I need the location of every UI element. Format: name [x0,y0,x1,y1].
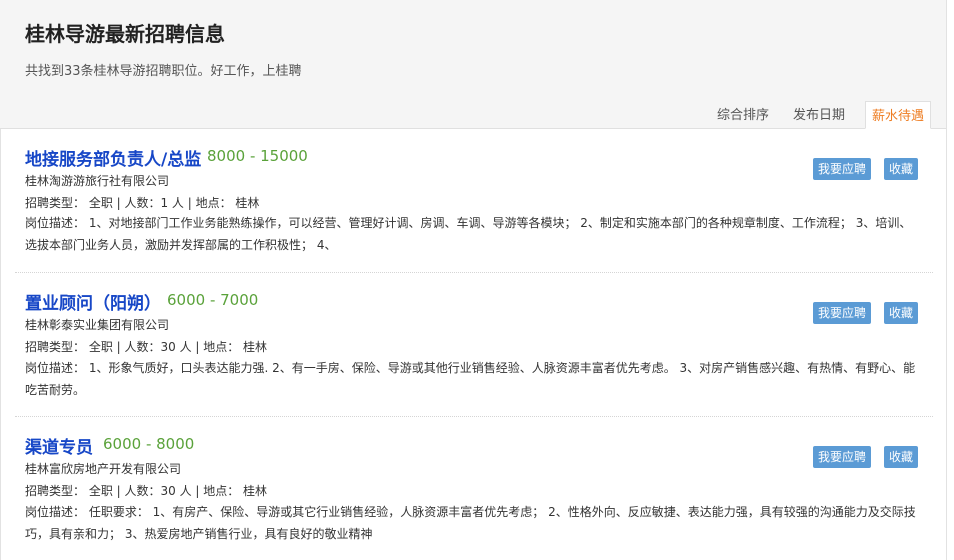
company-name: 桂林彰泰实业集团有限公司 [25,318,170,332]
apply-button[interactable]: 我要应聘 [813,302,871,324]
page-subtitle: 共找到33条桂林导游招聘职位。好工作，上桂聘 [25,64,302,79]
job-title-link[interactable]: 渠道专员 [25,433,93,458]
job-salary: 8000 - 15000 [207,147,308,165]
job-listing: 渠道专员 6000 - 8000 桂林富欣房地产开发有限公司 招聘类型： 全职 … [15,417,933,560]
apply-button[interactable]: 我要应聘 [813,446,871,468]
job-description: 岗位描述： 1、形象气质好，口头表达能力强. 2、有一手房、保险、导游或其他行业… [25,361,916,397]
apply-button[interactable]: 我要应聘 [813,158,871,180]
job-title-link[interactable]: 地接服务部负责人/总监 [25,145,201,170]
company-name: 桂林淘游游旅行社有限公司 [25,174,170,188]
job-meta: 招聘类型： 全职 | 人数：30 人 | 地点： 桂林 [25,484,268,498]
job-listing: 地接服务部负责人/总监 8000 - 15000 桂林淘游游旅行社有限公司 招聘… [15,130,933,273]
page-header: 桂林导游最新招聘信息 共找到33条桂林导游招聘职位。好工作，上桂聘 综合排序 发… [0,0,946,129]
job-meta: 招聘类型： 全职 | 人数：1 人 | 地点： 桂林 [25,196,260,210]
favorite-button[interactable]: 收藏 [884,446,918,468]
favorite-button[interactable]: 收藏 [884,302,918,324]
page-title: 桂林导游最新招聘信息 [25,22,225,46]
job-description: 岗位描述： 任职要求： 1、有房产、保险、导游或其它行业销售经验，人脉资源丰富者… [25,505,916,541]
sort-tab-salary[interactable]: 薪水待遇 [865,101,932,129]
company-name: 桂林富欣房地产开发有限公司 [25,462,182,476]
job-meta: 招聘类型： 全职 | 人数：30 人 | 地点： 桂林 [25,340,268,354]
job-title-link[interactable]: 置业顾问（阳朔） [25,289,161,314]
sort-tab-comprehensive[interactable]: 综合排序 [717,103,769,129]
favorite-button[interactable]: 收藏 [884,158,918,180]
job-description: 岗位描述： 1、对地接部门工作业务能熟练操作，可以经营、管理好计调、房调、车调、… [25,216,912,252]
job-salary: 6000 - 7000 [167,291,259,309]
job-listing: 置业顾问（阳朔） 6000 - 7000 桂林彰泰实业集团有限公司 招聘类型： … [15,273,933,417]
sort-tab-publish-date[interactable]: 发布日期 [793,103,845,129]
job-salary: 6000 - 8000 [103,435,195,453]
